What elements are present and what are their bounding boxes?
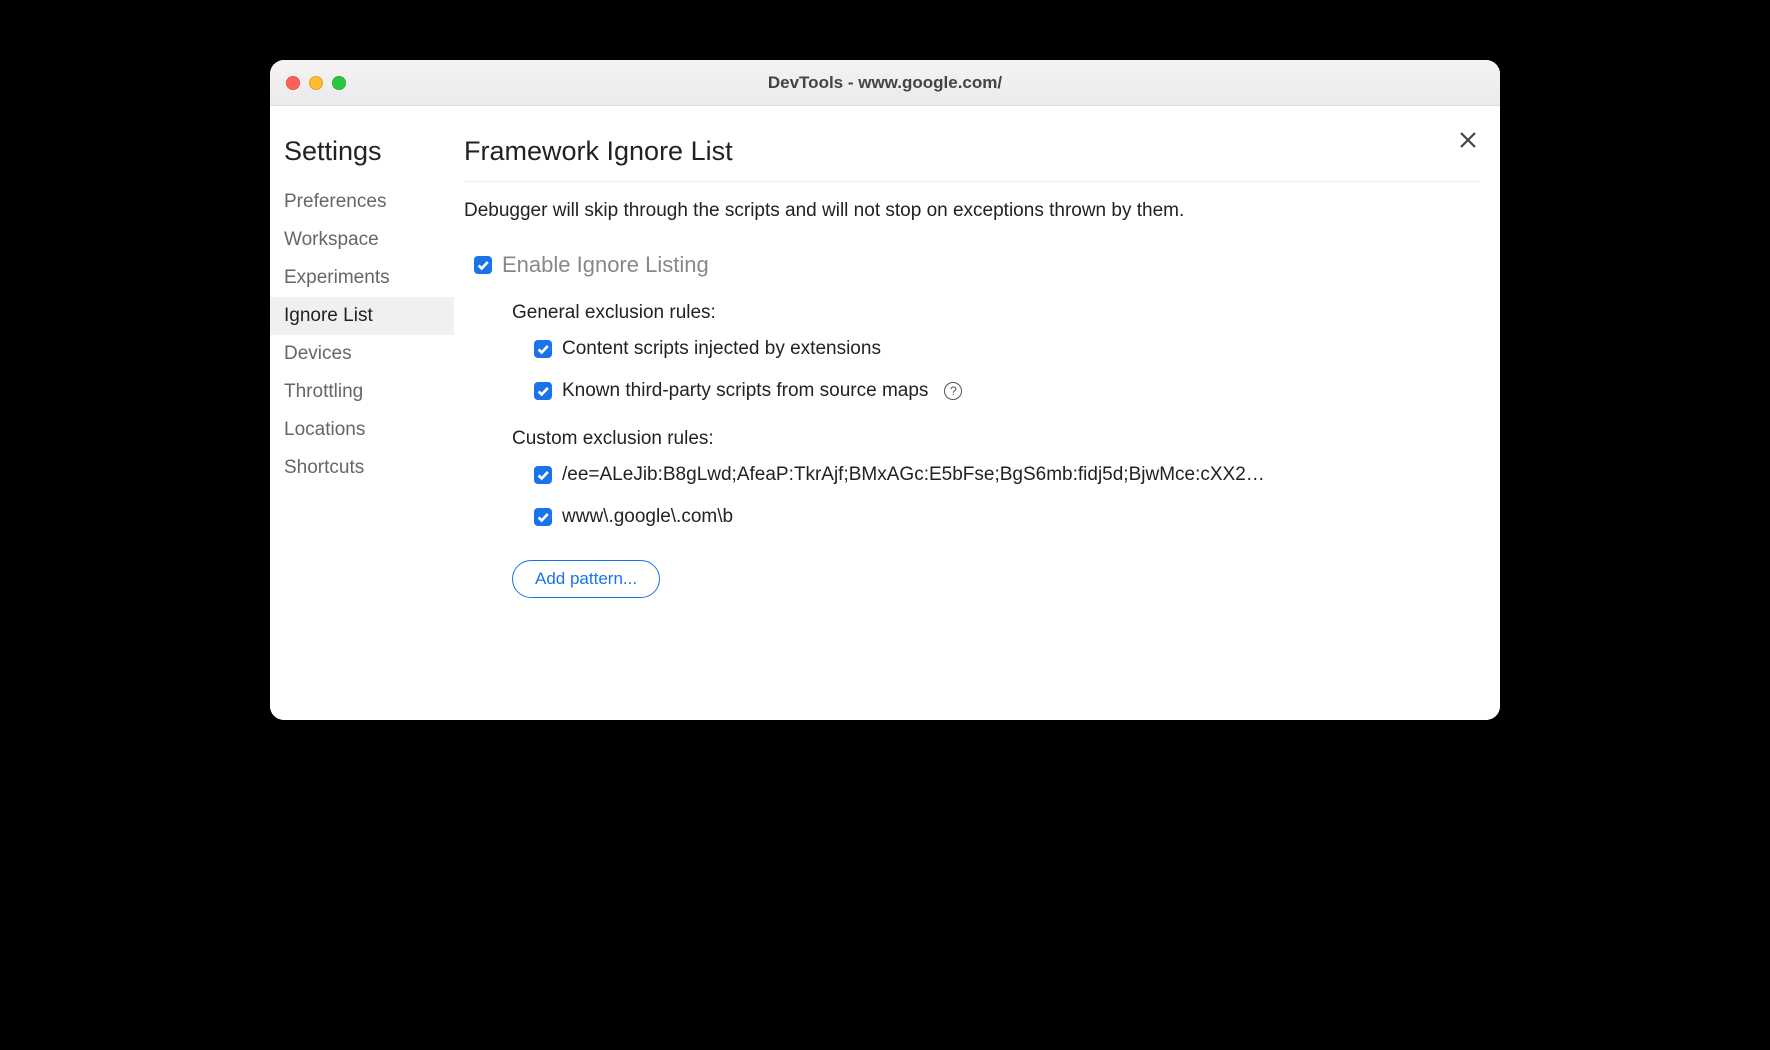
general-rules-list: Content scripts injected by extensions K… [464, 338, 1480, 402]
sidebar-title: Settings [270, 136, 454, 167]
sidebar-item-label: Throttling [284, 381, 363, 402]
general-rule-row: Known third-party scripts from source ma… [534, 380, 1480, 402]
traffic-lights [286, 76, 346, 90]
window-titlebar: DevTools - www.google.com/ [270, 60, 1500, 106]
custom-rule-label[interactable]: /ee=ALeJib:B8gLwd;AfeaP:TkrAjf;BMxAGc:E5… [562, 464, 1265, 486]
sidebar-item-throttling[interactable]: Throttling [270, 373, 454, 411]
help-icon[interactable]: ? [944, 382, 962, 400]
custom-rule-checkbox[interactable] [534, 508, 552, 526]
content-scripts-checkbox[interactable] [534, 340, 552, 358]
sidebar-item-label: Shortcuts [284, 457, 364, 478]
sidebar-item-label: Preferences [284, 191, 386, 212]
checkmark-icon [536, 384, 550, 398]
sidebar-item-shortcuts[interactable]: Shortcuts [270, 449, 454, 487]
checkmark-icon [476, 258, 490, 272]
page-title: Framework Ignore List [464, 136, 1480, 182]
custom-rule-row: /ee=ALeJib:B8gLwd;AfeaP:TkrAjf;BMxAGc:E5… [534, 464, 1294, 486]
close-icon [1456, 128, 1480, 152]
main-panel: Framework Ignore List Debugger will skip… [454, 106, 1500, 720]
maximize-window-button[interactable] [332, 76, 346, 90]
window-content: Settings Preferences Workspace Experimen… [270, 106, 1500, 720]
sidebar-item-locations[interactable]: Locations [270, 411, 454, 449]
sidebar-item-preferences[interactable]: Preferences [270, 183, 454, 221]
custom-rule-label[interactable]: www\.google\.com\b [562, 506, 733, 528]
close-settings-button[interactable] [1456, 128, 1480, 152]
general-rules-heading: General exclusion rules: [464, 302, 1480, 324]
add-pattern-button[interactable]: Add pattern... [512, 560, 660, 598]
sidebar-item-experiments[interactable]: Experiments [270, 259, 454, 297]
custom-rule-row: www\.google\.com\b [534, 506, 1294, 528]
sidebar-item-ignore-list[interactable]: Ignore List [270, 297, 454, 335]
custom-rule-checkbox[interactable] [534, 466, 552, 484]
sidebar-item-label: Workspace [284, 229, 379, 250]
sidebar-item-label: Devices [284, 343, 352, 364]
enable-ignore-listing-label: Enable Ignore Listing [502, 252, 709, 278]
sidebar-item-label: Locations [284, 419, 365, 440]
sidebar-item-devices[interactable]: Devices [270, 335, 454, 373]
page-description: Debugger will skip through the scripts a… [464, 200, 1480, 222]
general-rule-label: Known third-party scripts from source ma… [562, 380, 928, 402]
third-party-scripts-checkbox[interactable] [534, 382, 552, 400]
general-rule-row: Content scripts injected by extensions [534, 338, 1480, 360]
checkmark-icon [536, 510, 550, 524]
window-title: DevTools - www.google.com/ [270, 73, 1500, 93]
general-rule-label: Content scripts injected by extensions [562, 338, 881, 360]
enable-ignore-listing-row: Enable Ignore Listing [464, 252, 1480, 278]
close-window-button[interactable] [286, 76, 300, 90]
checkmark-icon [536, 342, 550, 356]
sidebar-item-label: Ignore List [284, 305, 373, 326]
sidebar-item-label: Experiments [284, 267, 390, 288]
custom-rules-list: /ee=ALeJib:B8gLwd;AfeaP:TkrAjf;BMxAGc:E5… [464, 464, 1480, 528]
settings-sidebar: Settings Preferences Workspace Experimen… [270, 106, 454, 720]
minimize-window-button[interactable] [309, 76, 323, 90]
devtools-window: DevTools - www.google.com/ Settings Pref… [270, 60, 1500, 720]
enable-ignore-listing-checkbox[interactable] [474, 256, 492, 274]
sidebar-item-workspace[interactable]: Workspace [270, 221, 454, 259]
custom-rules-heading: Custom exclusion rules: [464, 428, 1480, 450]
checkmark-icon [536, 468, 550, 482]
